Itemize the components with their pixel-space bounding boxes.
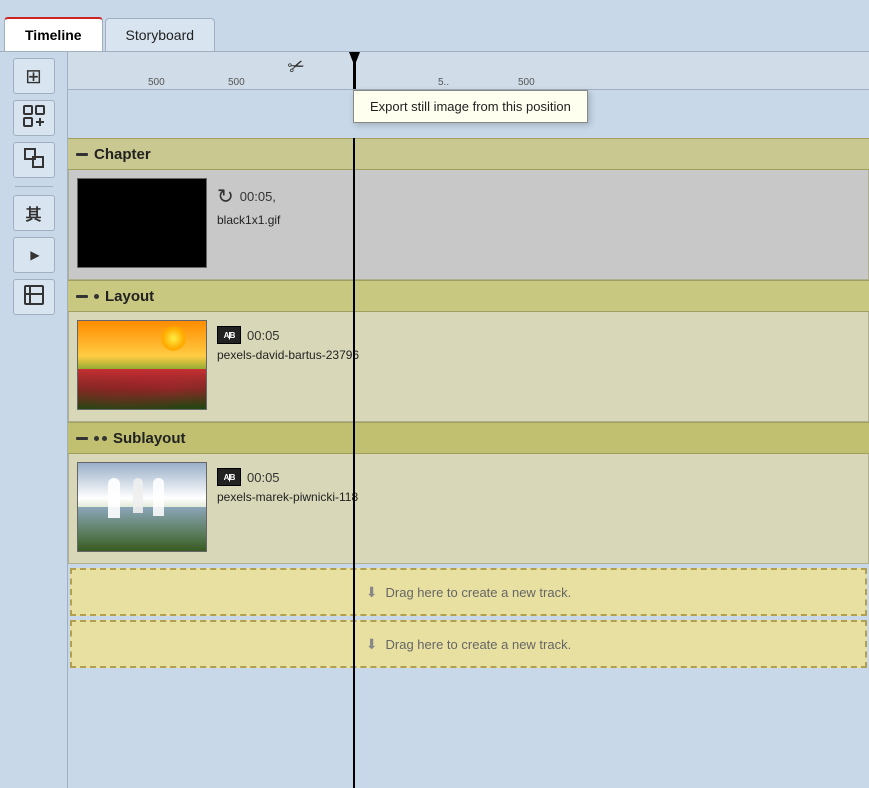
ruler: 500 500 5.. 500 00:00 00:01 00:02 00: ✂ [68, 52, 869, 90]
tooltip-box: Export still image from this position [353, 90, 588, 123]
sublayout-dot1 [94, 436, 99, 441]
chapter-filename: black1x1.gif [217, 213, 850, 227]
sublayout-dash [76, 437, 88, 440]
play-button[interactable]: ▶ [13, 237, 55, 273]
arrange-button[interactable] [13, 279, 55, 315]
layout-track-info: A|B 00:05 pexels-david-bartus-23796 [207, 320, 860, 413]
sublayout-icon-row: A|B 00:05 [217, 468, 850, 486]
sublayout-track-item: A|B 00:05 pexels-marek-piwnicki-118 [68, 454, 869, 564]
chapter-time: 00:05, [240, 189, 276, 204]
drag-arrow-2: ⬇ [366, 636, 378, 653]
layout-dot1 [94, 294, 99, 299]
tab-storyboard[interactable]: Storyboard [105, 18, 215, 51]
chapter-track-info: ↻ 00:05, black1x1.gif [207, 178, 860, 271]
grid-button[interactable]: ⊞ [13, 58, 55, 94]
sublayout-label: Sublayout [113, 430, 186, 447]
tab-bar: Timeline Storyboard [0, 0, 869, 52]
layout-time: 00:05 [247, 328, 280, 343]
sublayout-time: 00:05 [247, 470, 280, 485]
timeline-content: 500 500 5.. 500 00:00 00:01 00:02 00: ✂ [68, 52, 869, 788]
layers-button[interactable] [13, 142, 55, 178]
layout-icon-row: A|B 00:05 [217, 326, 850, 344]
ab-icon-layout: A|B [217, 326, 241, 344]
chapter-track-item: ↻ 00:05, black1x1.gif [68, 170, 869, 280]
translate-icon: 其 [25, 201, 41, 225]
chapter-icon-row: ↻ 00:05, [217, 184, 850, 209]
sublayout-filename: pexels-marek-piwnicki-118 [217, 490, 850, 504]
ruler-label-0000: 00:00 [78, 88, 103, 90]
main-area: ⊞ [0, 52, 869, 788]
layout-label: Layout [105, 288, 154, 305]
ruler-tick-500a: 500 [148, 77, 165, 88]
chapter-dash [76, 153, 88, 156]
tooltip-text: Export still image from this position [370, 99, 571, 114]
play-icon: ▶ [30, 248, 39, 262]
chapter-thumbnail [77, 178, 207, 268]
scissors-icon: ✂ [284, 52, 308, 81]
sun-overlay [161, 326, 186, 351]
playhead-line-ruler [353, 52, 356, 89]
drag-zone-2[interactable]: ⬇ Drag here to create a new track. [70, 620, 867, 668]
sublayout-thumbnail [77, 462, 207, 552]
layout-filename: pexels-david-bartus-23796 [217, 348, 850, 362]
ruler-tick-500b: 500 [228, 77, 245, 88]
loop-icon: ↻ [217, 184, 234, 209]
section-header-layout: Layout [68, 280, 869, 312]
left-toolbar: ⊞ [0, 52, 68, 788]
ruler-inner: 500 500 5.. 500 00:00 00:01 00:02 00: ✂ [68, 52, 869, 89]
layout-thumbnail [77, 320, 207, 410]
ruler-tick-500c: 500 [518, 77, 535, 88]
tracks-area[interactable]: Chapter ↻ 00:05, black1x1.gif [68, 138, 869, 788]
app-container: Timeline Storyboard ⊞ [0, 0, 869, 788]
chapter-label: Chapter [94, 146, 151, 163]
translate-button[interactable]: 其 [13, 195, 55, 231]
drag-zone-1[interactable]: ⬇ Drag here to create a new track. [70, 568, 867, 616]
layout-track-item: A|B 00:05 pexels-david-bartus-23796 [68, 312, 869, 422]
drag-zone-label-1: Drag here to create a new track. [386, 585, 572, 600]
drag-zone-label-2: Drag here to create a new track. [386, 637, 572, 652]
sublayout-dot2 [102, 436, 107, 441]
drag-arrow-1: ⬇ [366, 584, 378, 601]
grid-icon: ⊞ [25, 64, 42, 89]
add-group-button[interactable] [13, 100, 55, 136]
ruler-label-0002: 00:02 [253, 88, 278, 90]
ab-icon-sublayout: A|B [217, 468, 241, 486]
ruler-label-00: 00: [338, 88, 352, 90]
section-header-sublayout: Sublayout [68, 422, 869, 454]
layers-icon [22, 146, 46, 175]
arrange-icon [23, 284, 45, 311]
layout-dash [76, 295, 88, 298]
tab-timeline[interactable]: Timeline [4, 17, 103, 51]
toolbar-separator-1 [15, 186, 53, 187]
add-group-icon [22, 104, 46, 133]
section-header-chapter: Chapter [68, 138, 869, 170]
sublayout-track-info: A|B 00:05 pexels-marek-piwnicki-118 [207, 462, 860, 555]
ruler-label-0001: 00:01 [153, 88, 178, 90]
ruler-tick-5: 5.. [438, 77, 449, 88]
